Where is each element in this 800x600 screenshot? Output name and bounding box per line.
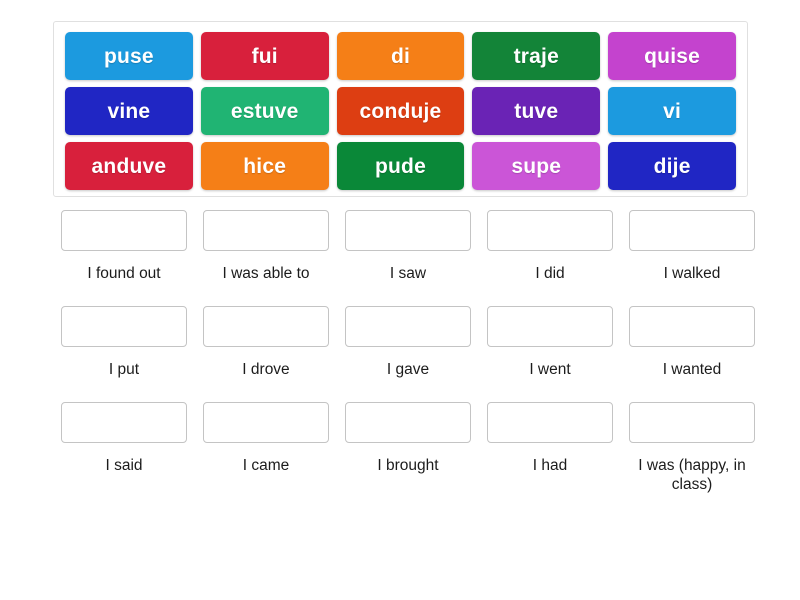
draggable-tile[interactable]: di — [336, 32, 465, 80]
answer-row: I said I came I brought I had I was (happy, … — [53, 401, 755, 496]
match-up-activity: puse fui di traje quise vine estuve conduje tuve… — [0, 0, 800, 600]
draggable-tile[interactable]: estuve — [200, 87, 329, 135]
answer-label: I saw — [389, 265, 427, 282]
drop-slot[interactable] — [203, 210, 329, 251]
drop-slot[interactable] — [629, 401, 755, 443]
answer-label: I came — [242, 456, 290, 474]
draggable-tile[interactable]: vine — [65, 87, 193, 135]
draggable-tile[interactable]: dije — [608, 142, 736, 190]
drop-slot[interactable] — [203, 305, 329, 347]
answer-cell: I said — [59, 401, 189, 496]
drop-slot[interactable] — [345, 305, 471, 347]
answer-grid: I found out I was able to I saw I did I walk… — [53, 210, 755, 496]
drop-slot[interactable] — [487, 305, 613, 347]
answer-label: I found out — [87, 265, 161, 282]
draggable-tile[interactable]: traje — [472, 32, 601, 80]
answer-label: I went — [529, 360, 571, 378]
drop-slot[interactable] — [61, 210, 187, 251]
answer-label: I did — [535, 265, 565, 282]
answer-cell: I went — [485, 305, 615, 380]
answer-label: I gave — [386, 360, 430, 378]
answer-label: I said — [105, 456, 143, 474]
tile-bank-row: vine estuve conduje tuve vi — [61, 84, 740, 138]
answer-cell: I was (happy, in class) — [627, 401, 757, 496]
tile-bank-row: puse fui di traje quise — [61, 29, 740, 83]
answer-cell: I saw — [343, 210, 473, 284]
drop-slot[interactable] — [61, 305, 187, 347]
answer-cell: I wanted — [627, 305, 757, 380]
draggable-tile[interactable]: supe — [472, 142, 601, 190]
draggable-tile[interactable]: pude — [336, 142, 465, 190]
answer-label: I had — [532, 456, 568, 474]
answer-cell: I walked — [627, 210, 757, 284]
drop-slot[interactable] — [629, 305, 755, 347]
answer-cell: I came — [201, 401, 331, 496]
draggable-tile[interactable]: puse — [65, 32, 193, 80]
draggable-tile[interactable]: anduve — [65, 142, 193, 190]
draggable-tile[interactable]: hice — [200, 142, 329, 190]
draggable-tile[interactable]: fui — [200, 32, 329, 80]
tile-bank-panel: puse fui di traje quise vine estuve conduje tuve… — [53, 21, 748, 197]
drop-slot[interactable] — [487, 210, 613, 251]
answer-row: I put I drove I gave I went I wanted — [53, 305, 755, 380]
answer-cell: I had — [485, 401, 615, 496]
answer-label: I brought — [377, 456, 439, 474]
drop-slot[interactable] — [61, 401, 187, 443]
answer-label: I was (happy, in class) — [638, 456, 746, 494]
answer-cell: I drove — [201, 305, 331, 380]
drop-slot[interactable] — [345, 401, 471, 443]
tile-bank-row: anduve hice pude supe dije — [61, 139, 740, 193]
draggable-tile[interactable]: quise — [608, 32, 736, 80]
draggable-tile[interactable]: conduje — [336, 87, 465, 135]
drop-slot[interactable] — [487, 401, 613, 443]
answer-label: I walked — [663, 265, 721, 282]
answer-label: I drove — [242, 360, 290, 378]
drop-slot[interactable] — [345, 210, 471, 251]
answer-cell: I put — [59, 305, 189, 380]
answer-cell: I found out — [59, 210, 189, 284]
draggable-tile[interactable]: vi — [608, 87, 736, 135]
answer-cell: I gave — [343, 305, 473, 380]
drop-slot[interactable] — [629, 210, 755, 251]
draggable-tile[interactable]: tuve — [472, 87, 601, 135]
answer-cell: I did — [485, 210, 615, 284]
answer-label: I was able to — [222, 265, 310, 282]
drop-slot[interactable] — [203, 401, 329, 443]
answer-cell: I was able to — [201, 210, 331, 284]
answer-row: I found out I was able to I saw I did I walk… — [53, 210, 755, 284]
answer-cell: I brought — [343, 401, 473, 496]
answer-label: I put — [108, 360, 140, 378]
answer-label: I wanted — [662, 360, 722, 378]
